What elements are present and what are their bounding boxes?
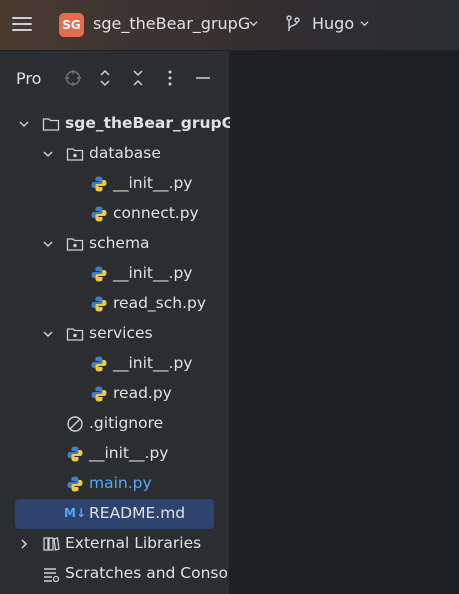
editor-area xyxy=(230,51,459,594)
hide-icon[interactable] xyxy=(194,69,212,87)
tree-item-label: connect.py xyxy=(113,204,199,222)
tree-item-label: read_sch.py xyxy=(113,294,207,312)
package-folder-icon xyxy=(66,238,84,251)
project-name[interactable]: sge_theBear_grupG xyxy=(93,14,250,33)
python-file-icon xyxy=(91,176,107,192)
tree-item-file[interactable]: __init__.py xyxy=(0,349,229,379)
chevron-right-icon[interactable] xyxy=(19,539,29,549)
more-options-icon[interactable] xyxy=(161,69,179,87)
chevron-down-icon[interactable] xyxy=(19,119,29,129)
tree-item-file-selected[interactable]: M↓ README.md xyxy=(15,499,214,529)
tree-item-label: External Libraries xyxy=(65,534,202,552)
folder-icon xyxy=(42,118,60,131)
tree-item-file[interactable]: read_sch.py xyxy=(0,289,229,319)
tree-item-root[interactable]: sge_theBear_grupG xyxy=(0,109,234,139)
chevron-down-icon[interactable] xyxy=(249,19,258,28)
collapse-all-icon[interactable] xyxy=(129,69,147,87)
panel-title[interactable]: Pro xyxy=(16,69,41,88)
tree-item-services[interactable]: services xyxy=(0,319,229,349)
tree-item-file[interactable]: __init__.py xyxy=(0,439,229,469)
package-folder-icon xyxy=(66,328,84,341)
main-menu-icon[interactable] xyxy=(12,15,32,33)
chevron-down-icon[interactable] xyxy=(360,19,369,28)
chevron-down-icon[interactable] xyxy=(43,149,53,159)
chevron-down-icon[interactable] xyxy=(43,239,53,249)
locate-icon[interactable] xyxy=(64,69,82,87)
scratches-icon xyxy=(44,568,60,583)
tree-item-file[interactable]: main.py xyxy=(0,469,229,499)
package-folder-icon xyxy=(66,148,84,161)
tree-item-label: Scratches and Consoles xyxy=(65,564,229,582)
tree-item-label: __init__.py xyxy=(113,174,193,192)
python-file-icon xyxy=(91,266,107,282)
tree-item-label: __init__.py xyxy=(89,444,169,462)
tree-item-label: README.md xyxy=(89,504,186,522)
tree-item-label: __init__.py xyxy=(113,354,193,372)
tree-item-label: database xyxy=(89,144,161,162)
project-tool-window: Pro sge_theBear_grupG database __init__.… xyxy=(0,51,234,594)
git-branch-icon[interactable] xyxy=(285,15,301,33)
python-file-icon xyxy=(67,476,83,492)
python-file-icon xyxy=(91,386,107,402)
tree-item-label: __init__.py xyxy=(113,264,193,282)
markdown-file-icon: M↓ xyxy=(64,506,86,520)
title-bar: SG sge_theBear_grupG Hugo xyxy=(0,0,459,51)
tree-item-database[interactable]: database xyxy=(0,139,229,169)
tree-item-label: main.py xyxy=(89,474,152,492)
python-file-icon xyxy=(91,296,107,312)
tree-item-label: read.py xyxy=(113,384,172,402)
tree-item-label: sge_theBear_grupG xyxy=(65,114,235,132)
ignored-file-icon xyxy=(67,416,83,432)
tree-item-external-libraries[interactable]: External Libraries xyxy=(0,529,229,559)
branch-name[interactable]: Hugo xyxy=(312,14,354,33)
python-file-icon xyxy=(67,446,83,462)
tree-item-scratches[interactable]: Scratches and Consoles xyxy=(0,559,229,589)
tree-item-file[interactable]: __init__.py xyxy=(0,259,229,289)
tree-item-schema[interactable]: schema xyxy=(0,229,229,259)
tree-item-label: services xyxy=(89,324,153,342)
tree-item-file[interactable]: connect.py xyxy=(0,199,229,229)
tree-item-file[interactable]: __init__.py xyxy=(0,169,229,199)
tree-item-label: .gitignore xyxy=(89,414,164,432)
tree-item-label: schema xyxy=(89,234,150,252)
project-badge[interactable]: SG xyxy=(59,13,84,37)
tree-item-file[interactable]: read.py xyxy=(0,379,229,409)
expand-all-icon[interactable] xyxy=(96,69,114,87)
chevron-down-icon[interactable] xyxy=(43,329,53,339)
library-icon xyxy=(43,537,60,551)
python-file-icon xyxy=(91,206,107,222)
python-file-icon xyxy=(91,356,107,372)
tree-item-file[interactable]: .gitignore xyxy=(0,409,229,439)
